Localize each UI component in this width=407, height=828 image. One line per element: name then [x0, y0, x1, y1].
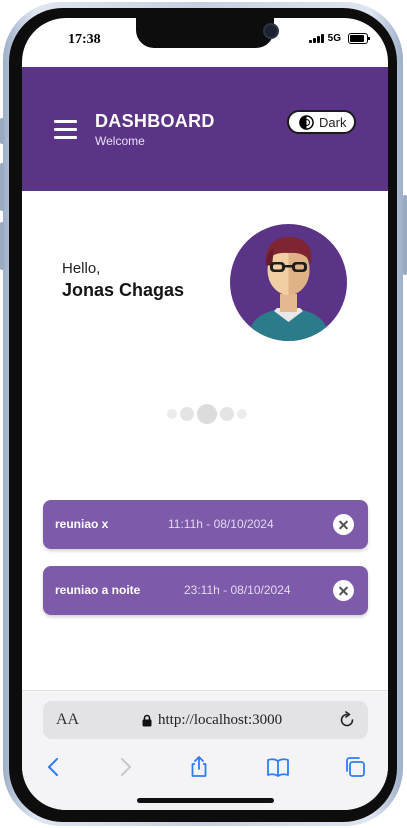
share-icon[interactable] [187, 755, 211, 779]
home-indicator [137, 798, 274, 803]
address-bar[interactable]: AA http://localhost:3000 [43, 701, 368, 739]
browser-toolbar: AA http://localhost:3000 [22, 690, 388, 810]
signal-icon [308, 34, 324, 43]
user-avatar [230, 224, 347, 341]
screen: 17:38 5G DASHBOARD Welcome Dark Hello, J… [22, 18, 388, 810]
status-indicators: 5G [308, 33, 370, 44]
dark-mode-label: Dark [319, 114, 347, 130]
close-icon[interactable] [333, 580, 354, 601]
greeting-hello: Hello, [62, 260, 101, 277]
camera-icon [263, 23, 279, 39]
back-icon[interactable] [42, 755, 66, 779]
url-text: http://localhost:3000 [158, 712, 283, 728]
meeting-title: reuniao a noite [55, 583, 141, 597]
loading-spinner [167, 404, 247, 424]
user-name: Jonas Chagas [62, 280, 185, 300]
app-header: DASHBOARD Welcome Dark [22, 67, 388, 191]
lock-icon [142, 714, 152, 727]
silent-switch [0, 118, 4, 144]
network-label: 5G [327, 33, 341, 44]
meeting-title: reuniao x [55, 517, 109, 531]
battery-icon [348, 33, 370, 44]
meeting-card[interactable]: reuniao a noite 23:11h - 08/10/2024 [43, 566, 368, 615]
dynamic-notch [136, 18, 279, 48]
dark-mode-toggle[interactable]: Dark [287, 110, 356, 134]
contrast-icon [299, 114, 314, 130]
forward-icon[interactable] [113, 755, 137, 779]
status-time: 17:38 [68, 32, 101, 47]
hamburger-menu-icon[interactable] [54, 120, 77, 140]
meeting-time: 23:11h - 08/10/2024 [184, 583, 291, 597]
reload-icon[interactable] [338, 711, 356, 729]
power-button [403, 195, 407, 275]
volume-down-button [0, 222, 4, 270]
text-size-button[interactable]: AA [56, 711, 79, 729]
close-icon[interactable] [333, 514, 354, 535]
page-title: DASHBOARD [95, 111, 215, 131]
volume-up-button [0, 163, 4, 211]
bookmarks-icon[interactable] [266, 755, 290, 779]
tabs-icon[interactable] [343, 755, 367, 779]
meeting-card[interactable]: reuniao x 11:11h - 08/10/2024 [43, 500, 368, 549]
page-subtitle: Welcome [95, 134, 145, 148]
meeting-time: 11:11h - 08/10/2024 [168, 517, 274, 531]
